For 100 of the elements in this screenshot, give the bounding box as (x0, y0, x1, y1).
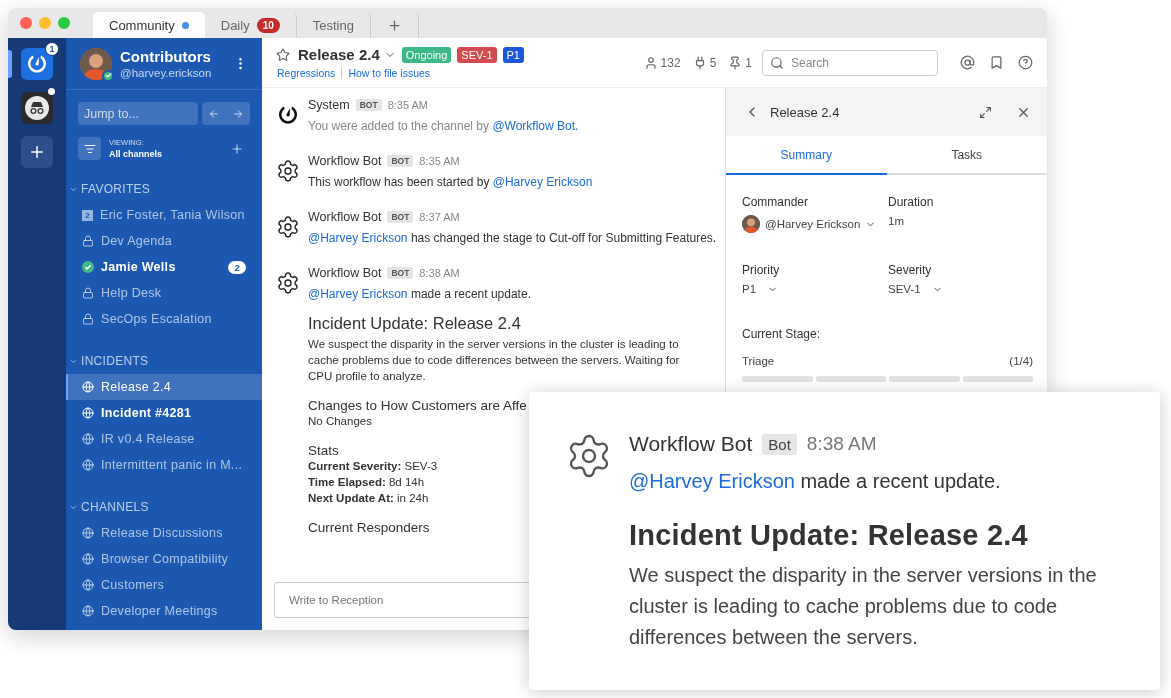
header-link[interactable]: How to file issues (348, 67, 431, 79)
stage-segment (889, 376, 960, 382)
section-title[interactable]: FAVORITES (81, 182, 151, 196)
channel-name[interactable]: Release 2.4 (298, 46, 380, 63)
mention-link[interactable]: @Workflow Bot. (492, 119, 579, 133)
mention-badge: 1 (45, 42, 59, 56)
field-value[interactable]: SEV-1 (888, 283, 921, 295)
author-name[interactable]: Workflow Bot (308, 154, 382, 168)
update-title: Incident Update: Release 2.4 (629, 519, 1029, 552)
stat-count[interactable]: 1 (745, 55, 752, 70)
section-title[interactable]: CHANNELS (81, 500, 149, 514)
message-time: 8:35 AM (419, 155, 460, 167)
add-team-button[interactable] (21, 136, 53, 168)
message-time: 8:37 AM (419, 211, 460, 223)
filter-button[interactable] (78, 137, 101, 160)
channel-item[interactable]: Release Discussions (66, 520, 262, 546)
message-field[interactable]: Write to Reception (274, 582, 529, 618)
bot-badge: Bot (762, 433, 797, 455)
field-value[interactable]: P1 (742, 283, 757, 295)
window-controls[interactable] (20, 17, 70, 29)
channel-item[interactable]: Developer Meetings (66, 598, 262, 624)
count-badge: 10 (256, 17, 280, 33)
stage-segment (962, 376, 1033, 382)
channel-item[interactable]: Incident #4281 (66, 400, 262, 426)
channel-item[interactable]: Release 2.4 (66, 374, 262, 400)
update-body: We suspect the disparity in the server versions in the cluster is leading to cache problems due to code differences between the servers. (629, 563, 1098, 650)
channel-item[interactable]: Browser Compatibility (66, 546, 262, 572)
add-tab-icon[interactable] (387, 17, 402, 33)
status-tag: SEV-1 (457, 46, 497, 63)
channel-item[interactable]: 2 Eric Foster, Tania Wilson (66, 202, 262, 228)
header-link[interactable]: Regressions (277, 67, 336, 79)
username: @harvey.erickson (120, 67, 213, 79)
bot-badge: BOT (387, 155, 414, 167)
gear-icon (276, 159, 300, 183)
section-title[interactable]: INCIDENTS (81, 354, 149, 368)
online-status-icon (82, 261, 94, 273)
update-heading: Current Responders (308, 520, 430, 535)
mention-link[interactable]: @Harvey Erickson (629, 470, 795, 492)
mention-link[interactable]: @Harvey Erickson (308, 231, 408, 245)
bot-badge: BOT (387, 211, 414, 223)
channel-item[interactable]: SecOps Escalation (66, 306, 262, 332)
message-text: @Harvey Erickson has changed the stage to Cut-off for Submitting Features. (308, 231, 717, 245)
status-tag: Ongoing (401, 46, 452, 63)
bot-badge: BOT (387, 267, 414, 279)
update-body: We suspect the disparity in the server versions in the cluster is leading to cache problems due to code differences between the servers. Waiting for CPU profile to analyze. (308, 337, 681, 384)
channel-item[interactable]: Jamie Wells 2 (66, 254, 262, 280)
team-button[interactable] (21, 92, 53, 124)
plus-icon (28, 143, 46, 161)
field-value[interactable]: @Harvey Erickson (765, 218, 861, 230)
message-text: This workflow has been started by @Harvey Erickson (308, 175, 593, 189)
team-button[interactable] (21, 48, 53, 80)
team-name: Contributors (120, 48, 212, 65)
author-name[interactable]: System (308, 98, 350, 112)
stat-count[interactable]: 132 (660, 55, 681, 70)
panel-tab[interactable]: Summary (726, 136, 887, 175)
globe-icon (82, 579, 94, 591)
update-line: Next Update At: in 24h (308, 491, 429, 506)
globe-icon (82, 605, 94, 617)
filter-icon (83, 142, 96, 155)
incognito-icon (24, 95, 50, 121)
globe-icon (82, 433, 94, 445)
window-tab[interactable]: Community (93, 12, 205, 38)
stage-count: (1/4) (1009, 355, 1033, 367)
channel-item[interactable]: Help Desk (66, 280, 262, 306)
member-count: 2 (82, 209, 93, 221)
lock-icon (82, 313, 94, 325)
update-heading: Changes to How Customers are Affe (308, 398, 527, 413)
author-name[interactable]: Workflow Bot (308, 210, 382, 224)
star-icon[interactable] (276, 47, 290, 62)
gear-icon (276, 271, 300, 295)
message-time: 8:35 AM (387, 99, 428, 111)
globe-icon (82, 381, 94, 393)
mention-link[interactable]: @Harvey Erickson (308, 287, 408, 301)
at-icon (960, 55, 975, 70)
add-icon (230, 141, 244, 156)
stage-label: Current Stage: (741, 326, 822, 341)
channel-item[interactable]: Customers (66, 572, 262, 598)
channel-item[interactable]: Dev Agenda (66, 228, 262, 254)
author-name: Workflow Bot (629, 432, 753, 456)
panel-tab[interactable]: Tasks (886, 136, 1047, 175)
viewing-value: All channels (109, 149, 163, 159)
field-label: Duration (888, 195, 935, 209)
stat-count[interactable]: 5 (709, 55, 717, 70)
channel-item[interactable]: IR v0.4 Release (66, 426, 262, 452)
globe-icon (82, 459, 94, 471)
message-text: You were added to the channel by @Workflow Bot. (308, 119, 579, 133)
message-text: @Harvey Erickson made a recent update. (629, 470, 1002, 493)
author-name[interactable]: Workflow Bot (308, 266, 382, 280)
bot-badge: BOT (355, 99, 382, 111)
channel-item[interactable]: Intermittent panic in M... (66, 452, 262, 478)
expand-icon (979, 105, 992, 119)
message-text: @Harvey Erickson made a recent update. (308, 287, 532, 301)
avatar (80, 47, 112, 80)
stage-segment (742, 376, 813, 382)
window-tab[interactable]: Testing (296, 12, 371, 38)
person-icon (643, 55, 658, 70)
mention-link[interactable]: @Harvey Erickson (492, 175, 593, 189)
lock-icon (82, 287, 94, 299)
search-field[interactable]: Search (762, 49, 938, 76)
stage-name: Triage (742, 355, 775, 367)
